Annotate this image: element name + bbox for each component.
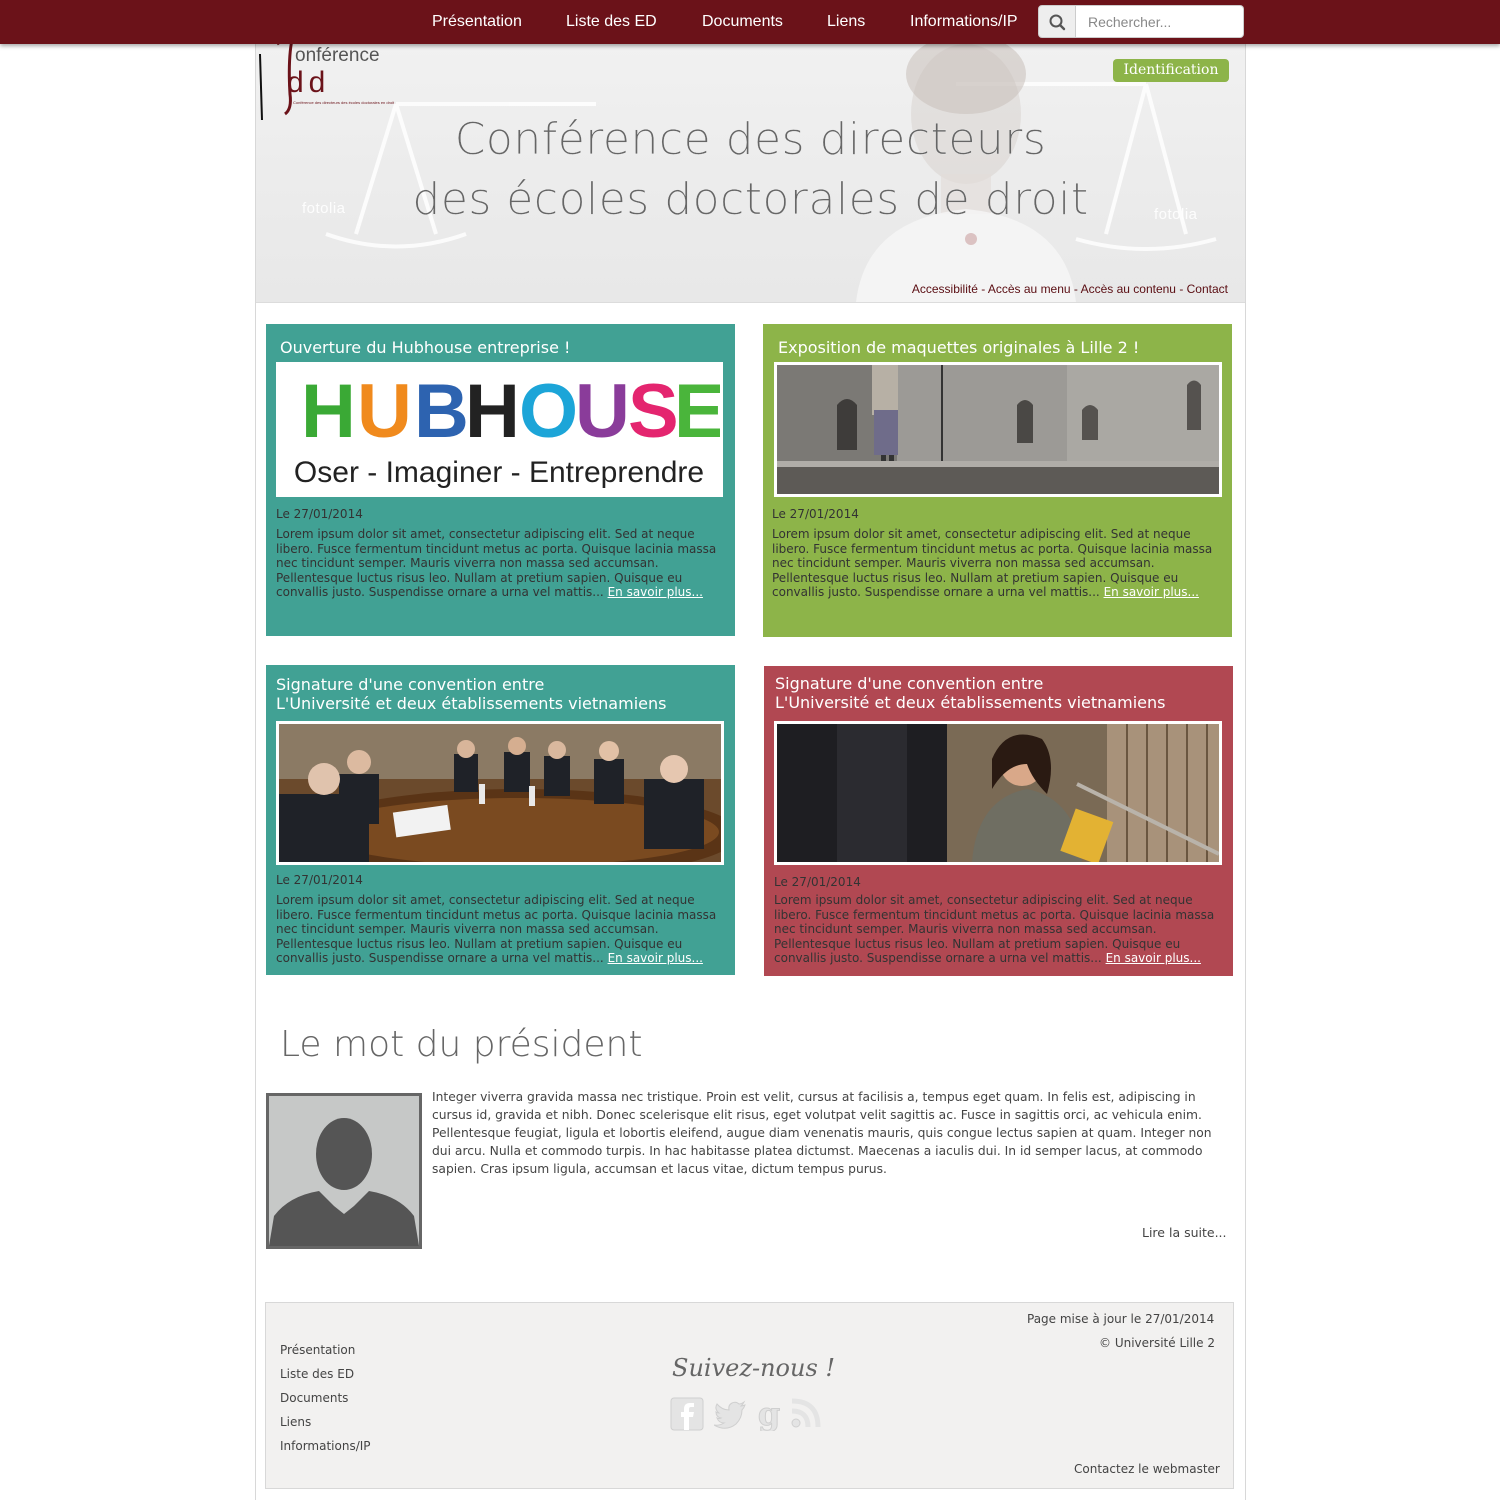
read-more-link[interactable]: En savoir plus...: [1104, 585, 1199, 599]
svg-text:B: B: [414, 369, 466, 454]
news-card-title[interactable]: Ouverture du Hubhouse entreprise !: [280, 338, 570, 357]
search-icon: [1049, 14, 1066, 31]
read-more-president-link[interactable]: Lire la suite...: [1142, 1225, 1227, 1240]
news-card-text: Lorem ipsum dolor sit amet, consectetur …: [276, 893, 726, 966]
read-more-link[interactable]: En savoir plus...: [608, 585, 703, 599]
svg-text:O: O: [519, 369, 575, 454]
twitter-icon[interactable]: [714, 1397, 748, 1431]
president-photo: [266, 1093, 422, 1249]
nav-item-liste-des-ed[interactable]: Liste des ED: [566, 13, 657, 31]
facebook-icon[interactable]: [670, 1397, 704, 1431]
meeting-table-photo: [279, 724, 721, 862]
read-more-link[interactable]: En savoir plus...: [608, 951, 703, 965]
news-card-title[interactable]: Signature d'une convention entre L'Unive…: [276, 675, 666, 713]
student-handshake-photo: [777, 724, 1219, 862]
search-button[interactable]: [1038, 5, 1076, 38]
logo-text-conference: onférence: [295, 45, 380, 66]
news-card-text: Lorem ipsum dolor sit amet, consectetur …: [276, 527, 726, 600]
header-banner: fotolia fotolia Conférence des directeur…: [256, 44, 1245, 303]
news-card-title-line-1: Signature d'une convention entre: [775, 674, 1044, 693]
miniature-street-photo: [777, 365, 1219, 494]
svg-text:E: E: [674, 369, 720, 454]
footer: [265, 1302, 1234, 1489]
svg-text:U: U: [575, 369, 627, 454]
nav-item-liens[interactable]: Liens: [827, 13, 865, 31]
page-updated-date: Page mise à jour le 27/01/2014: [1027, 1312, 1215, 1326]
hubhouse-tagline: Oser - Imaginer - Entreprendre: [294, 456, 704, 489]
exhibition-image[interactable]: [774, 362, 1222, 497]
svg-text:S: S: [628, 369, 676, 454]
copyright: © Université Lille 2: [1099, 1336, 1215, 1350]
logo-text-dd: dd: [287, 66, 331, 99]
accessibility-links[interactable]: Accessibilité - Accès au menu - Accès au…: [912, 282, 1228, 296]
news-card-text: Lorem ipsum dolor sit amet, consectetur …: [774, 893, 1224, 966]
follow-us-label: Suivez-nous !: [672, 1354, 836, 1382]
news-card-text: Lorem ipsum dolor sit amet, consectetur …: [772, 527, 1222, 600]
svg-text:H: H: [301, 369, 353, 454]
news-card-title-line-1: Signature d'une convention entre: [276, 675, 545, 694]
hubhouse-image[interactable]: H U B H O U S E Oser - Imaginer - Entrep…: [276, 362, 723, 497]
footer-link-presentation[interactable]: Présentation: [280, 1343, 355, 1357]
site-title-line-1: Conférence des directeurs: [454, 114, 1047, 165]
svg-text:U: U: [357, 369, 409, 454]
nav-item-documents[interactable]: Documents: [702, 13, 783, 31]
news-card-date: Le 27/01/2014: [774, 875, 861, 889]
search-input[interactable]: [1076, 5, 1244, 38]
site-title-line-2: des écoles doctorales de droit: [412, 174, 1089, 225]
avatar-placeholder-icon: [269, 1096, 419, 1246]
nav-item-informations-ip[interactable]: Informations/IP: [910, 13, 1018, 31]
logo-subtitle: Conférence des directeurs des écoles doc…: [293, 100, 395, 105]
contact-webmaster-link[interactable]: Contactez le webmaster: [1074, 1462, 1220, 1476]
news-card-date: Le 27/01/2014: [772, 507, 859, 521]
footer-link-documents[interactable]: Documents: [280, 1391, 348, 1405]
svg-text:g: g: [758, 1397, 780, 1431]
footer-link-liens[interactable]: Liens: [280, 1415, 311, 1429]
president-section-title: Le mot du président: [280, 1024, 643, 1065]
banner-woman-photo: [856, 44, 1076, 302]
meeting-image[interactable]: [276, 721, 724, 865]
identification-button[interactable]: Identification: [1113, 59, 1229, 82]
news-card-title[interactable]: Exposition de maquettes originales à Lil…: [778, 338, 1139, 357]
footer-link-liste-des-ed[interactable]: Liste des ED: [280, 1367, 354, 1381]
president-message-text: Integer viverra gravida massa nec tristi…: [432, 1090, 1212, 1176]
hubhouse-logo-icon: H U B H O U S E Oser - Imaginer - Entrep…: [294, 369, 720, 489]
rss-icon[interactable]: [788, 1397, 822, 1431]
read-more-link[interactable]: En savoir plus...: [1106, 951, 1201, 965]
news-card-date: Le 27/01/2014: [276, 873, 363, 887]
news-card-date: Le 27/01/2014: [276, 507, 363, 521]
svg-text:H: H: [465, 369, 517, 454]
news-card-title-line-2: L'Université et deux établissements viet…: [775, 693, 1166, 712]
news-card-title[interactable]: Signature d'une convention entre L'Unive…: [775, 674, 1165, 712]
footer-link-informations-ip[interactable]: Informations/IP: [280, 1439, 371, 1453]
student-image[interactable]: [774, 721, 1222, 865]
nav-item-presentation[interactable]: Présentation: [432, 13, 522, 31]
news-card-title-line-2: L'Université et deux établissements viet…: [276, 694, 667, 713]
google-plus-icon[interactable]: g: [752, 1397, 786, 1431]
